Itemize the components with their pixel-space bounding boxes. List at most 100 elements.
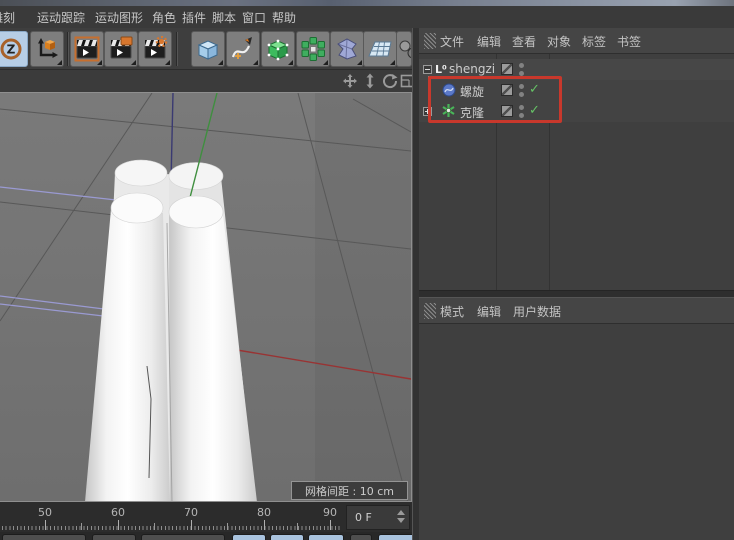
- dolly-icon[interactable]: [362, 73, 378, 89]
- collapse-toggle-icon[interactable]: [423, 65, 432, 74]
- toolbar-button[interactable]: [270, 534, 304, 540]
- pan-icon[interactable]: [342, 73, 358, 89]
- om-menu-tags[interactable]: 标签: [582, 33, 606, 50]
- visibility-dot-editor[interactable]: [519, 63, 524, 68]
- visibility-dot-editor[interactable]: [519, 105, 524, 110]
- mograph-cloner-button[interactable]: [296, 31, 330, 67]
- enable-checkmark[interactable]: ✓: [529, 103, 540, 118]
- toolbar-button[interactable]: [141, 534, 225, 540]
- om-menu-bookmarks[interactable]: 书签: [617, 33, 641, 50]
- visibility-dot-render[interactable]: [519, 92, 524, 97]
- panel-grip-icon[interactable]: [424, 303, 436, 319]
- menu-item-window[interactable]: 窗口: [242, 9, 266, 26]
- cylinder-back-left-top: [114, 159, 168, 187]
- null-object-icon: L⁰: [435, 63, 447, 76]
- object-row-cloner[interactable]: 克隆 ✓: [419, 101, 734, 122]
- visibility-dot-render[interactable]: [519, 71, 524, 76]
- helix-spline-icon: [442, 83, 456, 97]
- stepper-up-icon[interactable]: [397, 510, 405, 515]
- submenu-corner: [57, 60, 62, 65]
- zoom-z-icon: Z: [0, 38, 22, 60]
- object-row-helix[interactable]: 螺旋 ✓: [419, 80, 734, 101]
- subdivision-cube-icon: [267, 39, 289, 61]
- spline-pen-button[interactable]: [226, 31, 260, 67]
- gears-icon: [399, 40, 411, 59]
- om-menu-file[interactable]: 文件: [440, 33, 464, 50]
- viewport[interactable]: 网格间距 : 10 cm: [0, 92, 412, 502]
- ruler-tick: [297, 523, 298, 530]
- stepper-down-icon[interactable]: [397, 518, 405, 523]
- am-menu-edit[interactable]: 编辑: [477, 303, 501, 320]
- menu-item-character[interactable]: 角色: [152, 9, 176, 26]
- layer-chip[interactable]: [501, 105, 513, 117]
- simulation-button[interactable]: [396, 31, 412, 67]
- deformer-button[interactable]: [330, 31, 364, 67]
- subdivision-surface-button[interactable]: [261, 31, 295, 67]
- am-menu-mode[interactable]: 模式: [440, 303, 464, 320]
- ruler-label-70: 70: [184, 506, 198, 519]
- toolbar-button[interactable]: [2, 534, 86, 540]
- object-row-shengzi[interactable]: L⁰ shengzi: [419, 59, 734, 80]
- object-manager-menubar: 文件 编辑 查看 对象 标签 书签: [419, 28, 734, 54]
- enable-checkmark[interactable]: ✓: [529, 82, 540, 97]
- zoom-z-tool-button[interactable]: Z: [0, 31, 28, 67]
- ruler-tick: [264, 520, 265, 530]
- layer-chip[interactable]: [501, 84, 513, 96]
- menu-item-script[interactable]: 脚本: [212, 9, 236, 26]
- attribute-manager-menubar: 模式 编辑 用户数据: [419, 298, 734, 324]
- cylinder-front-left-top: [110, 192, 164, 224]
- submenu-corner: [357, 60, 362, 65]
- expand-toggle-icon[interactable]: [423, 107, 432, 116]
- toolbar-button[interactable]: [92, 534, 136, 540]
- cloner-icon: [442, 104, 455, 117]
- right-panel: 文件 编辑 查看 对象 标签 书签 L⁰ shengzi 螺旋 ✓ 克隆 ✓ 模…: [419, 28, 734, 540]
- toolbar-button[interactable]: [308, 534, 344, 540]
- panel-grip-icon[interactable]: [424, 33, 436, 49]
- grid-spacing-label: 网格间距 : 10 cm: [291, 481, 408, 500]
- motion-clip-rect-button[interactable]: [104, 31, 138, 67]
- menu-item-help[interactable]: 帮助: [272, 9, 296, 26]
- am-menu-user-data[interactable]: 用户数据: [513, 303, 561, 320]
- visibility-dot-editor[interactable]: [519, 84, 524, 89]
- viewport-shade-band: [315, 93, 411, 501]
- toolbar-button[interactable]: [232, 534, 266, 540]
- floor-grid-icon: [368, 41, 392, 57]
- cube-primitive-button[interactable]: [191, 31, 225, 67]
- timeline-ruler[interactable]: 50 60 70 80 90 0 F: [0, 502, 412, 532]
- move-tool-button[interactable]: [30, 31, 64, 67]
- ruler-tick: [154, 523, 155, 530]
- submenu-corner: [390, 60, 395, 65]
- cube-icon: [197, 40, 219, 60]
- object-label-shengzi[interactable]: shengzi: [449, 62, 495, 76]
- motion-clip-gear-button[interactable]: [138, 31, 172, 67]
- menu-bar: 雕刻 运动跟踪 运动图形 角色 插件 脚本 窗口 帮助: [0, 6, 734, 28]
- submenu-corner: [165, 60, 170, 65]
- panel-separator[interactable]: [419, 290, 734, 298]
- current-frame-field[interactable]: 0 F: [346, 505, 410, 530]
- om-menu-view[interactable]: 查看: [512, 33, 536, 50]
- menu-item-mograph[interactable]: 运动图形: [95, 9, 143, 26]
- visibility-dot-render[interactable]: [519, 113, 524, 118]
- om-menu-edit[interactable]: 编辑: [477, 33, 501, 50]
- object-label-helix[interactable]: 螺旋: [460, 83, 484, 100]
- spline-pen-icon: [231, 37, 252, 59]
- viewport-canvas[interactable]: [0, 93, 411, 502]
- object-label-cloner[interactable]: 克隆: [460, 104, 484, 121]
- ruler-tick: [330, 520, 331, 530]
- current-frame-value: 0 F: [355, 511, 372, 524]
- submenu-corner: [131, 60, 136, 65]
- menu-item-plugins[interactable]: 插件: [182, 9, 206, 26]
- frame-stepper[interactable]: [397, 510, 406, 526]
- toolbar-button[interactable]: [350, 534, 372, 540]
- menu-item-motion-track[interactable]: 运动跟踪: [37, 9, 85, 26]
- menu-item-sculpt[interactable]: 雕刻: [0, 9, 15, 26]
- panel-divider[interactable]: [412, 28, 419, 540]
- layer-chip[interactable]: [501, 63, 513, 75]
- ruler-label-80: 80: [257, 506, 271, 519]
- rotate-icon[interactable]: [382, 73, 398, 89]
- motion-clip-frame-button[interactable]: [70, 31, 104, 67]
- submenu-corner: [288, 60, 293, 65]
- floor-object-button[interactable]: [363, 31, 397, 67]
- ruler-minor-ticks: [2, 526, 340, 530]
- om-menu-object[interactable]: 对象: [547, 33, 571, 50]
